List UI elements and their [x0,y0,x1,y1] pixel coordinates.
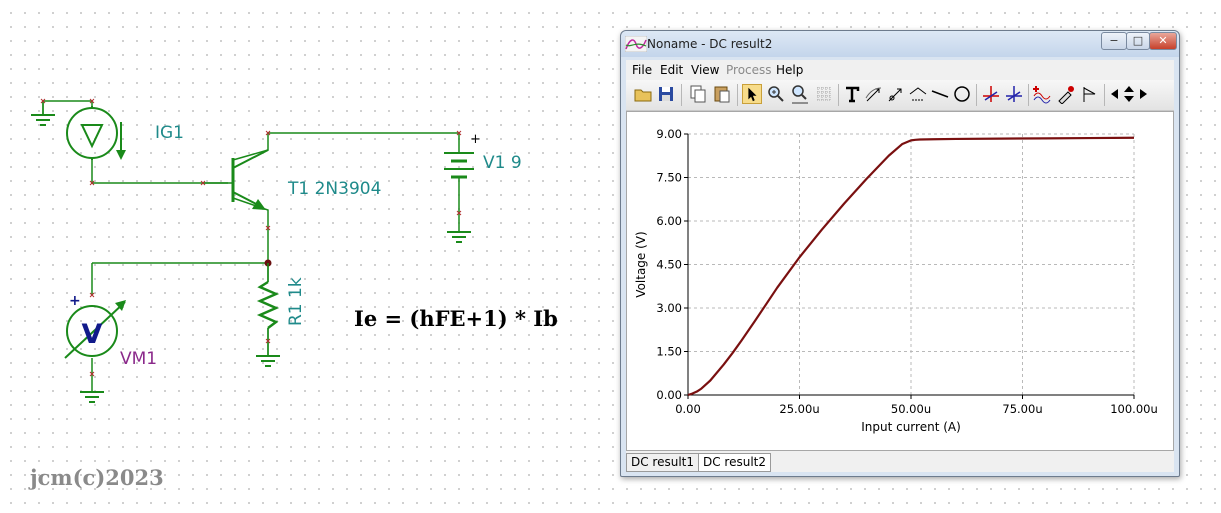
y-axis-label: Voltage (V) [634,231,648,297]
t1-label: T1 2N3904 [287,179,381,199]
curve-tool-icon[interactable] [864,84,884,104]
toolbar-separator [1028,84,1029,106]
y-tick-label: 3.00 [656,301,682,315]
v1-plus-sign: + [470,132,481,147]
y-tick-label: 7.50 [656,171,682,185]
y-tick-label: 1.50 [656,345,682,359]
tab-dc-result2[interactable]: DC result2 [698,453,772,472]
toolbar-separator [1104,84,1105,106]
zoom-in-icon[interactable] [766,84,786,104]
close-button[interactable]: ✕ [1149,32,1177,50]
menu-file[interactable]: File [632,63,652,77]
line-icon[interactable] [930,84,950,104]
dc-transfer-chart: 0.00 25.00u 50.00u 75.00u 100.00u 0.00 1.50 3.0… [634,127,1158,434]
flag-icon[interactable] [1080,84,1100,104]
scroll-right-icon[interactable] [1136,84,1150,104]
menu-edit[interactable]: Edit [660,63,683,77]
maximize-button[interactable]: □ [1126,32,1150,50]
vm1-plus-sign: + [69,293,81,309]
menu-view[interactable]: View [691,63,719,77]
circle-icon[interactable] [952,84,972,104]
x-tick-label: 75.00u [1002,402,1042,416]
y-tick-label: 4.50 [656,258,682,272]
text-icon[interactable] [842,84,862,104]
resistor-r1[interactable] [255,263,281,367]
pointer-icon[interactable] [742,84,762,104]
v1-label: V1 9 [483,153,522,173]
voltmeter-vm1[interactable]: V [64,300,126,403]
x-tick-label: 0.00 [675,402,701,416]
pin-markers [40,98,462,377]
cursor-b-icon[interactable] [1004,84,1024,104]
minimize-button[interactable]: − [1101,32,1127,50]
save-icon[interactable] [656,84,676,104]
pipette-icon[interactable] [1056,84,1076,104]
cursor-a-icon[interactable] [981,84,1001,104]
copyright-text: jcm(c)2023 [30,465,164,490]
circuit-wires [42,100,460,392]
curve-tool-3-icon[interactable] [908,84,928,104]
grid-icon[interactable] [814,84,834,104]
r1-label: R1 1k [286,277,306,326]
toolbar-separator [976,84,977,106]
toolbar-separator [838,84,839,106]
vm1-label: VM1 [120,349,157,369]
y-tick-label: 6.00 [656,214,682,228]
window-title: Noname - DC result2 [647,37,773,51]
zoom-100-icon[interactable] [790,84,810,104]
scroll-updown-icon[interactable] [1122,84,1136,104]
copy-icon[interactable] [688,84,708,104]
y-tick-label: 0.00 [656,388,682,402]
current-source-ig1[interactable] [30,101,126,160]
toolbar-separator [737,84,738,106]
curve-tool-2-icon[interactable] [886,84,906,104]
title-bar[interactable]: Noname - DC result2 − □ ✕ [621,31,1179,57]
x-tick-label: 50.00u [891,402,931,416]
circuit-schematic: IG1 T1 2N3904 + V1 9 R1 1k V + VM1 [30,98,522,403]
menu-process[interactable]: Process [726,63,772,77]
tab-dc-result1[interactable]: DC result1 [626,453,700,472]
open-folder-icon[interactable] [633,84,653,104]
x-tick-label: 25.00u [779,402,819,416]
dc-result-window: Noname - DC result2 − □ ✕ File Edit View… [620,30,1180,477]
menu-help[interactable]: Help [776,63,803,77]
plot-area[interactable]: 0.00 25.00u 50.00u 75.00u 100.00u 0.00 1.50 3.0… [626,111,1174,451]
scroll-left-icon[interactable] [1108,84,1122,104]
x-tick-label: 100.00u [1110,402,1158,416]
voltmeter-symbol: V [82,319,103,350]
toolbar [626,80,1174,111]
ig1-label: IG1 [155,123,184,143]
app-icon [625,36,647,52]
emitter-current-formula: Ie = (hFE+1) * Ib [354,306,558,331]
add-curve-icon[interactable] [1032,84,1052,104]
toolbar-separator [681,84,682,106]
menu-bar: File Edit View Process Help [626,60,1174,80]
paste-icon[interactable] [712,84,732,104]
y-tick-label: 9.00 [656,127,682,141]
result-tab-bar: DC result1 DC result2 [626,451,1174,472]
x-axis-label: Input current (A) [861,420,961,434]
